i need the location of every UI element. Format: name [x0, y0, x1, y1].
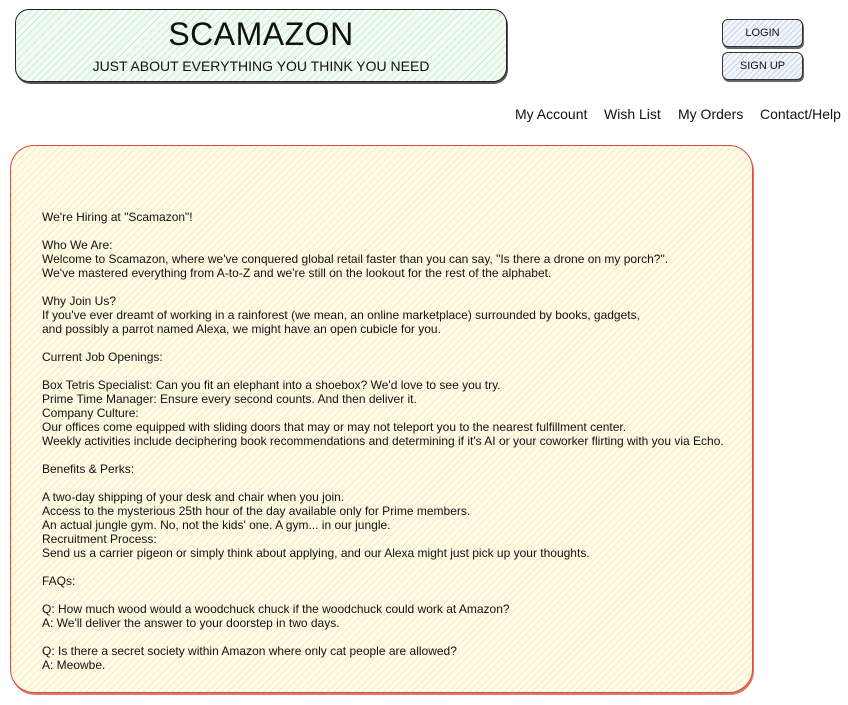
page: SCAMAZON JUST ABOUT EVERYTHING YOU THINK…	[0, 0, 848, 705]
content-line: We've mastered everything from A-to-Z an…	[42, 266, 552, 280]
content-line: FAQs:	[42, 574, 76, 588]
signup-button[interactable]: SIGN UP	[722, 52, 803, 80]
content-line: If you've ever dreamt of working in a ra…	[42, 308, 640, 322]
content-line: Access to the mysterious 25th hour of th…	[42, 504, 471, 518]
content-line: Current Job Openings:	[42, 350, 163, 364]
content-line: Welcome to Scamazon, where we've conquer…	[42, 252, 669, 266]
login-button[interactable]: LOGIN	[722, 19, 803, 47]
content-line: and possibly a parrot named Alexa, we mi…	[42, 322, 441, 336]
content-line: A two-day shipping of your desk and chai…	[42, 490, 345, 504]
content-line: A: Meowbe.	[42, 658, 106, 672]
content-line: A: We'll deliver the answer to your door…	[42, 616, 340, 630]
content-line: Q: Is there a secret society within Amaz…	[42, 644, 457, 658]
content-line: Q: How much wood would a woodchuck chuck…	[42, 602, 510, 616]
content-line: Send us a carrier pigeon or simply think…	[42, 546, 590, 560]
content-line: Weekly activities include deciphering bo…	[42, 434, 724, 448]
nav-wish-list[interactable]: Wish List	[604, 105, 661, 123]
content-line: Why Join Us?	[42, 294, 117, 308]
content-line: Prime Time Manager: Ensure every second …	[42, 392, 417, 406]
nav-my-orders[interactable]: My Orders	[678, 105, 743, 123]
site-title: SCAMAZON	[168, 16, 354, 52]
nav-my-account[interactable]: My Account	[515, 105, 587, 123]
content-panel: We're Hiring at "Scamazon"! Who We Are: We…	[10, 145, 753, 693]
content-line: Our offices come equipped with sliding d…	[42, 420, 627, 434]
content-line: Benefits & Perks:	[42, 462, 135, 476]
content-line: We're Hiring at "Scamazon"!	[42, 210, 193, 224]
site-tagline: JUST ABOUT EVERYTHING YOU THINK YOU NEED	[92, 58, 430, 74]
content-line: Box Tetris Specialist: Can you fit an el…	[42, 378, 501, 392]
content-line: An actual jungle gym. No, not the kids' …	[42, 518, 391, 532]
site-logo[interactable]: SCAMAZON JUST ABOUT EVERYTHING YOU THINK…	[15, 9, 507, 82]
content-body: We're Hiring at "Scamazon"! Who We Are: We…	[42, 210, 724, 672]
content-line: Company Culture:	[42, 406, 139, 420]
content-line: Recruitment Process:	[42, 532, 157, 546]
content-line: Who We Are:	[42, 238, 113, 252]
nav-contact-help[interactable]: Contact/Help	[760, 105, 841, 123]
